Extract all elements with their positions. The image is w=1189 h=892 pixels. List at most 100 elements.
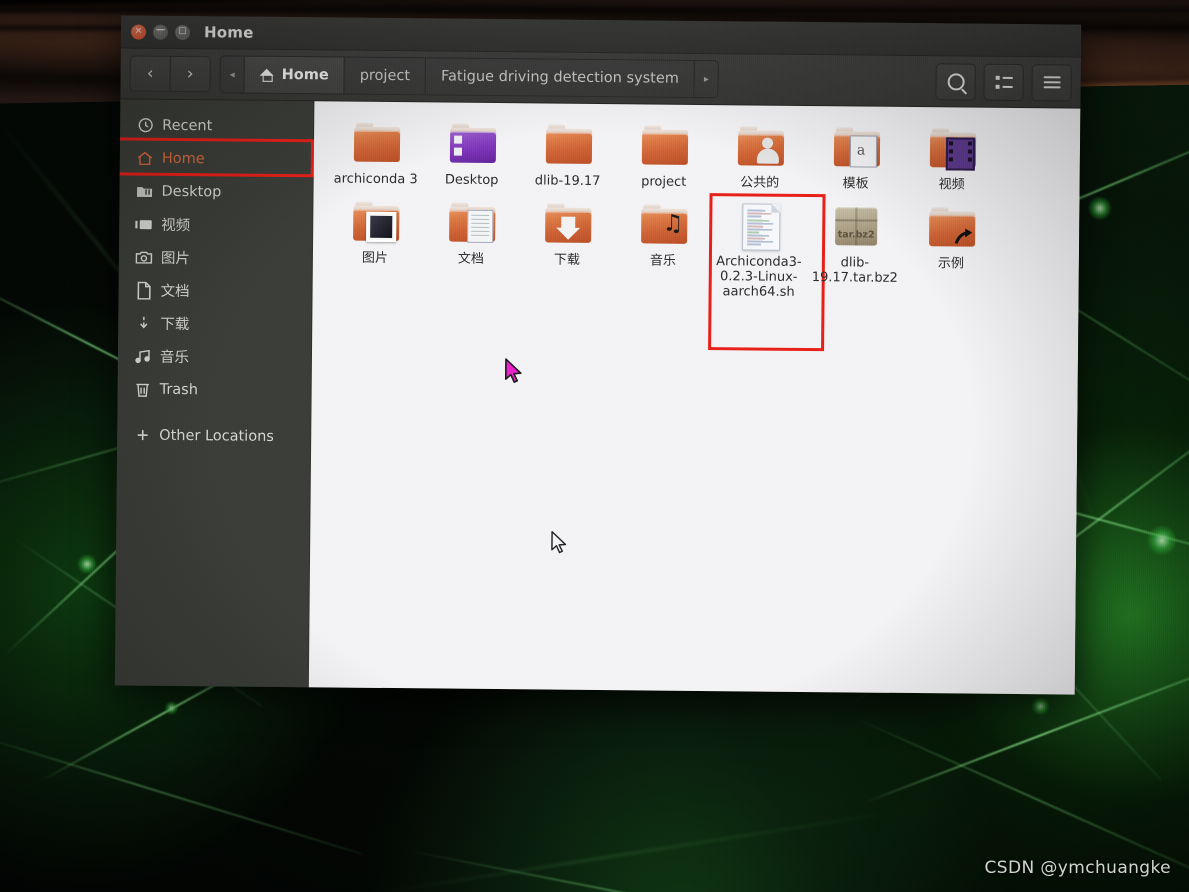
sidebar-item-label: 下载 xyxy=(160,316,190,334)
camera-icon xyxy=(127,249,161,265)
toolbar: ‹ › ◂ Home project Fatigue driving detec… xyxy=(120,48,1081,109)
pictures-folder-icon xyxy=(347,199,403,248)
shell-script-icon xyxy=(731,202,787,251)
breadcrumb-label: Fatigue driving detection system xyxy=(440,68,679,87)
trash-icon xyxy=(126,380,160,397)
file-item-public[interactable]: 公共的 xyxy=(712,119,809,191)
public-folder-icon xyxy=(732,123,788,172)
music-icon xyxy=(126,348,160,364)
window-title: Home xyxy=(203,23,254,42)
file-item-videos[interactable]: 视频 xyxy=(904,121,1001,193)
sidebar-item-label: Recent xyxy=(162,117,213,134)
breadcrumb-label: project xyxy=(359,67,411,85)
file-item-templates[interactable]: a 模板 xyxy=(808,120,905,192)
file-item-pictures[interactable]: 图片 xyxy=(327,194,424,296)
search-button[interactable] xyxy=(935,62,976,101)
sidebar-item-label: Other Locations xyxy=(159,427,274,445)
music-folder-icon: ♫ xyxy=(635,201,691,250)
file-name: 视频 xyxy=(938,177,965,193)
sidebar-item-recent[interactable]: Recent xyxy=(120,108,313,143)
sidebar-item-label: Home xyxy=(161,150,205,167)
file-name: 模板 xyxy=(842,176,869,192)
view-toggle-button[interactable] xyxy=(983,63,1024,101)
home-icon xyxy=(128,149,162,167)
file-item-dlib-19-17[interactable]: dlib-19.17 xyxy=(520,117,617,189)
desktop-folder-icon xyxy=(444,121,500,170)
clock-icon xyxy=(128,116,162,133)
breadcrumb-item-fatigue-driving-detection-system[interactable]: Fatigue driving detection system xyxy=(424,58,695,97)
sidebar-item-label: 图片 xyxy=(160,250,190,268)
sidebar-item-label: Desktop xyxy=(161,183,222,200)
archive-type-label: tar.bz2 xyxy=(837,229,875,241)
file-item-downloads[interactable]: 下载 xyxy=(519,196,616,298)
file-name: Desktop xyxy=(444,172,499,189)
toolbar-actions xyxy=(935,62,1072,102)
file-item-project[interactable]: project xyxy=(616,118,713,190)
sidebar-item-label: 文档 xyxy=(160,283,190,301)
home-icon xyxy=(260,68,275,81)
sidebar-item-label: Trash xyxy=(159,381,199,398)
breadcrumb-prev-button[interactable]: ◂ xyxy=(220,56,244,93)
sidebar-item-downloads[interactable]: 下载 xyxy=(118,306,311,341)
file-item-archiconda3[interactable]: archiconda 3 xyxy=(328,115,425,187)
watermark: CSDN @ymchuangke xyxy=(984,858,1171,878)
sidebar-item-home[interactable]: Home xyxy=(114,137,315,178)
sidebar-item-label: 音乐 xyxy=(159,349,190,367)
file-list-view[interactable]: archiconda 3 Desktop dlib-19.17 project … xyxy=(308,101,1081,695)
file-item-desktop[interactable]: Desktop xyxy=(424,116,521,188)
file-name: 图片 xyxy=(361,250,388,266)
navigation-button-group: ‹ › xyxy=(129,55,211,93)
file-name: Archiconda3-0.2.3-Linux-aarch64.sh xyxy=(716,254,802,300)
maximize-button[interactable]: ☐ xyxy=(175,24,191,40)
file-name: 下载 xyxy=(553,252,580,268)
file-name: 公共的 xyxy=(740,175,780,191)
breadcrumb-item-home[interactable]: Home xyxy=(243,56,344,94)
file-name: 文档 xyxy=(457,251,484,267)
breadcrumb-label: Home xyxy=(281,66,329,84)
back-button[interactable]: ‹ xyxy=(130,56,170,91)
list-view-icon xyxy=(995,75,1013,89)
file-name: archiconda 3 xyxy=(333,171,418,188)
hamburger-menu-icon xyxy=(1043,75,1061,89)
file-item-dlib-tar-bz2[interactable]: tar.bz2 dlib-19.17.tar.bz2 xyxy=(807,199,904,301)
desktop-folder-icon xyxy=(127,182,161,200)
forward-button[interactable]: › xyxy=(169,56,210,92)
sidebar-item-trash[interactable]: Trash xyxy=(117,372,310,407)
sidebar-item-label: 视频 xyxy=(161,217,191,235)
folder-icon xyxy=(348,120,404,169)
minimize-button[interactable]: − xyxy=(153,23,169,40)
file-item-documents[interactable]: 文档 xyxy=(423,195,520,297)
window-controls: ✕ − ☐ xyxy=(131,23,191,40)
folder-icon xyxy=(636,122,692,171)
close-button[interactable]: ✕ xyxy=(131,24,147,40)
sidebar-item-pictures[interactable]: 图片 xyxy=(119,240,312,275)
window-body: Recent Home Desktop 视频 图片 文档 下载 音乐 Trash… xyxy=(114,99,1081,695)
sidebar-item-music[interactable]: 音乐 xyxy=(118,339,311,374)
file-item-music[interactable]: ♫ 音乐 xyxy=(615,197,712,299)
breadcrumb-item-project[interactable]: project xyxy=(343,57,426,95)
menu-button[interactable] xyxy=(1031,63,1072,102)
sidebar-item-desktop[interactable]: Desktop xyxy=(119,174,312,209)
sidebar-item-videos[interactable]: 视频 xyxy=(119,207,312,242)
documents-folder-icon xyxy=(443,200,499,249)
background-edge-line-1 xyxy=(0,8,1189,12)
photograph-of-monitor: ✕ − ☐ Home ‹ › ◂ Home project Fatigue dr… xyxy=(0,0,1189,892)
breadcrumb: ◂ Home project Fatigue driving detection… xyxy=(219,55,720,99)
breadcrumb-next-button[interactable]: ▸ xyxy=(693,60,719,98)
plus-icon xyxy=(125,426,159,443)
sidebar-item-documents[interactable]: 文档 xyxy=(118,273,311,308)
folder-link-icon xyxy=(923,204,979,253)
folder-icon xyxy=(540,121,596,170)
sidebar-item-other-locations[interactable]: Other Locations xyxy=(117,418,310,453)
file-name: dlib-19.17.tar.bz2 xyxy=(811,255,898,286)
download-icon xyxy=(126,314,160,331)
document-icon xyxy=(127,281,161,300)
file-manager-window[interactable]: ✕ − ☐ Home ‹ › ◂ Home project Fatigue dr… xyxy=(114,15,1082,695)
file-item-archiconda-sh[interactable]: Archiconda3-0.2.3-Linux-aarch64.sh xyxy=(708,193,826,352)
templates-folder-icon: a xyxy=(828,124,884,173)
icon-grid: archiconda 3 Desktop dlib-19.17 project … xyxy=(313,101,1081,352)
search-icon xyxy=(947,72,965,91)
downloads-folder-icon xyxy=(539,200,595,249)
file-name: dlib-19.17 xyxy=(534,173,601,190)
file-item-examples-link[interactable]: 示例 xyxy=(903,200,1000,302)
